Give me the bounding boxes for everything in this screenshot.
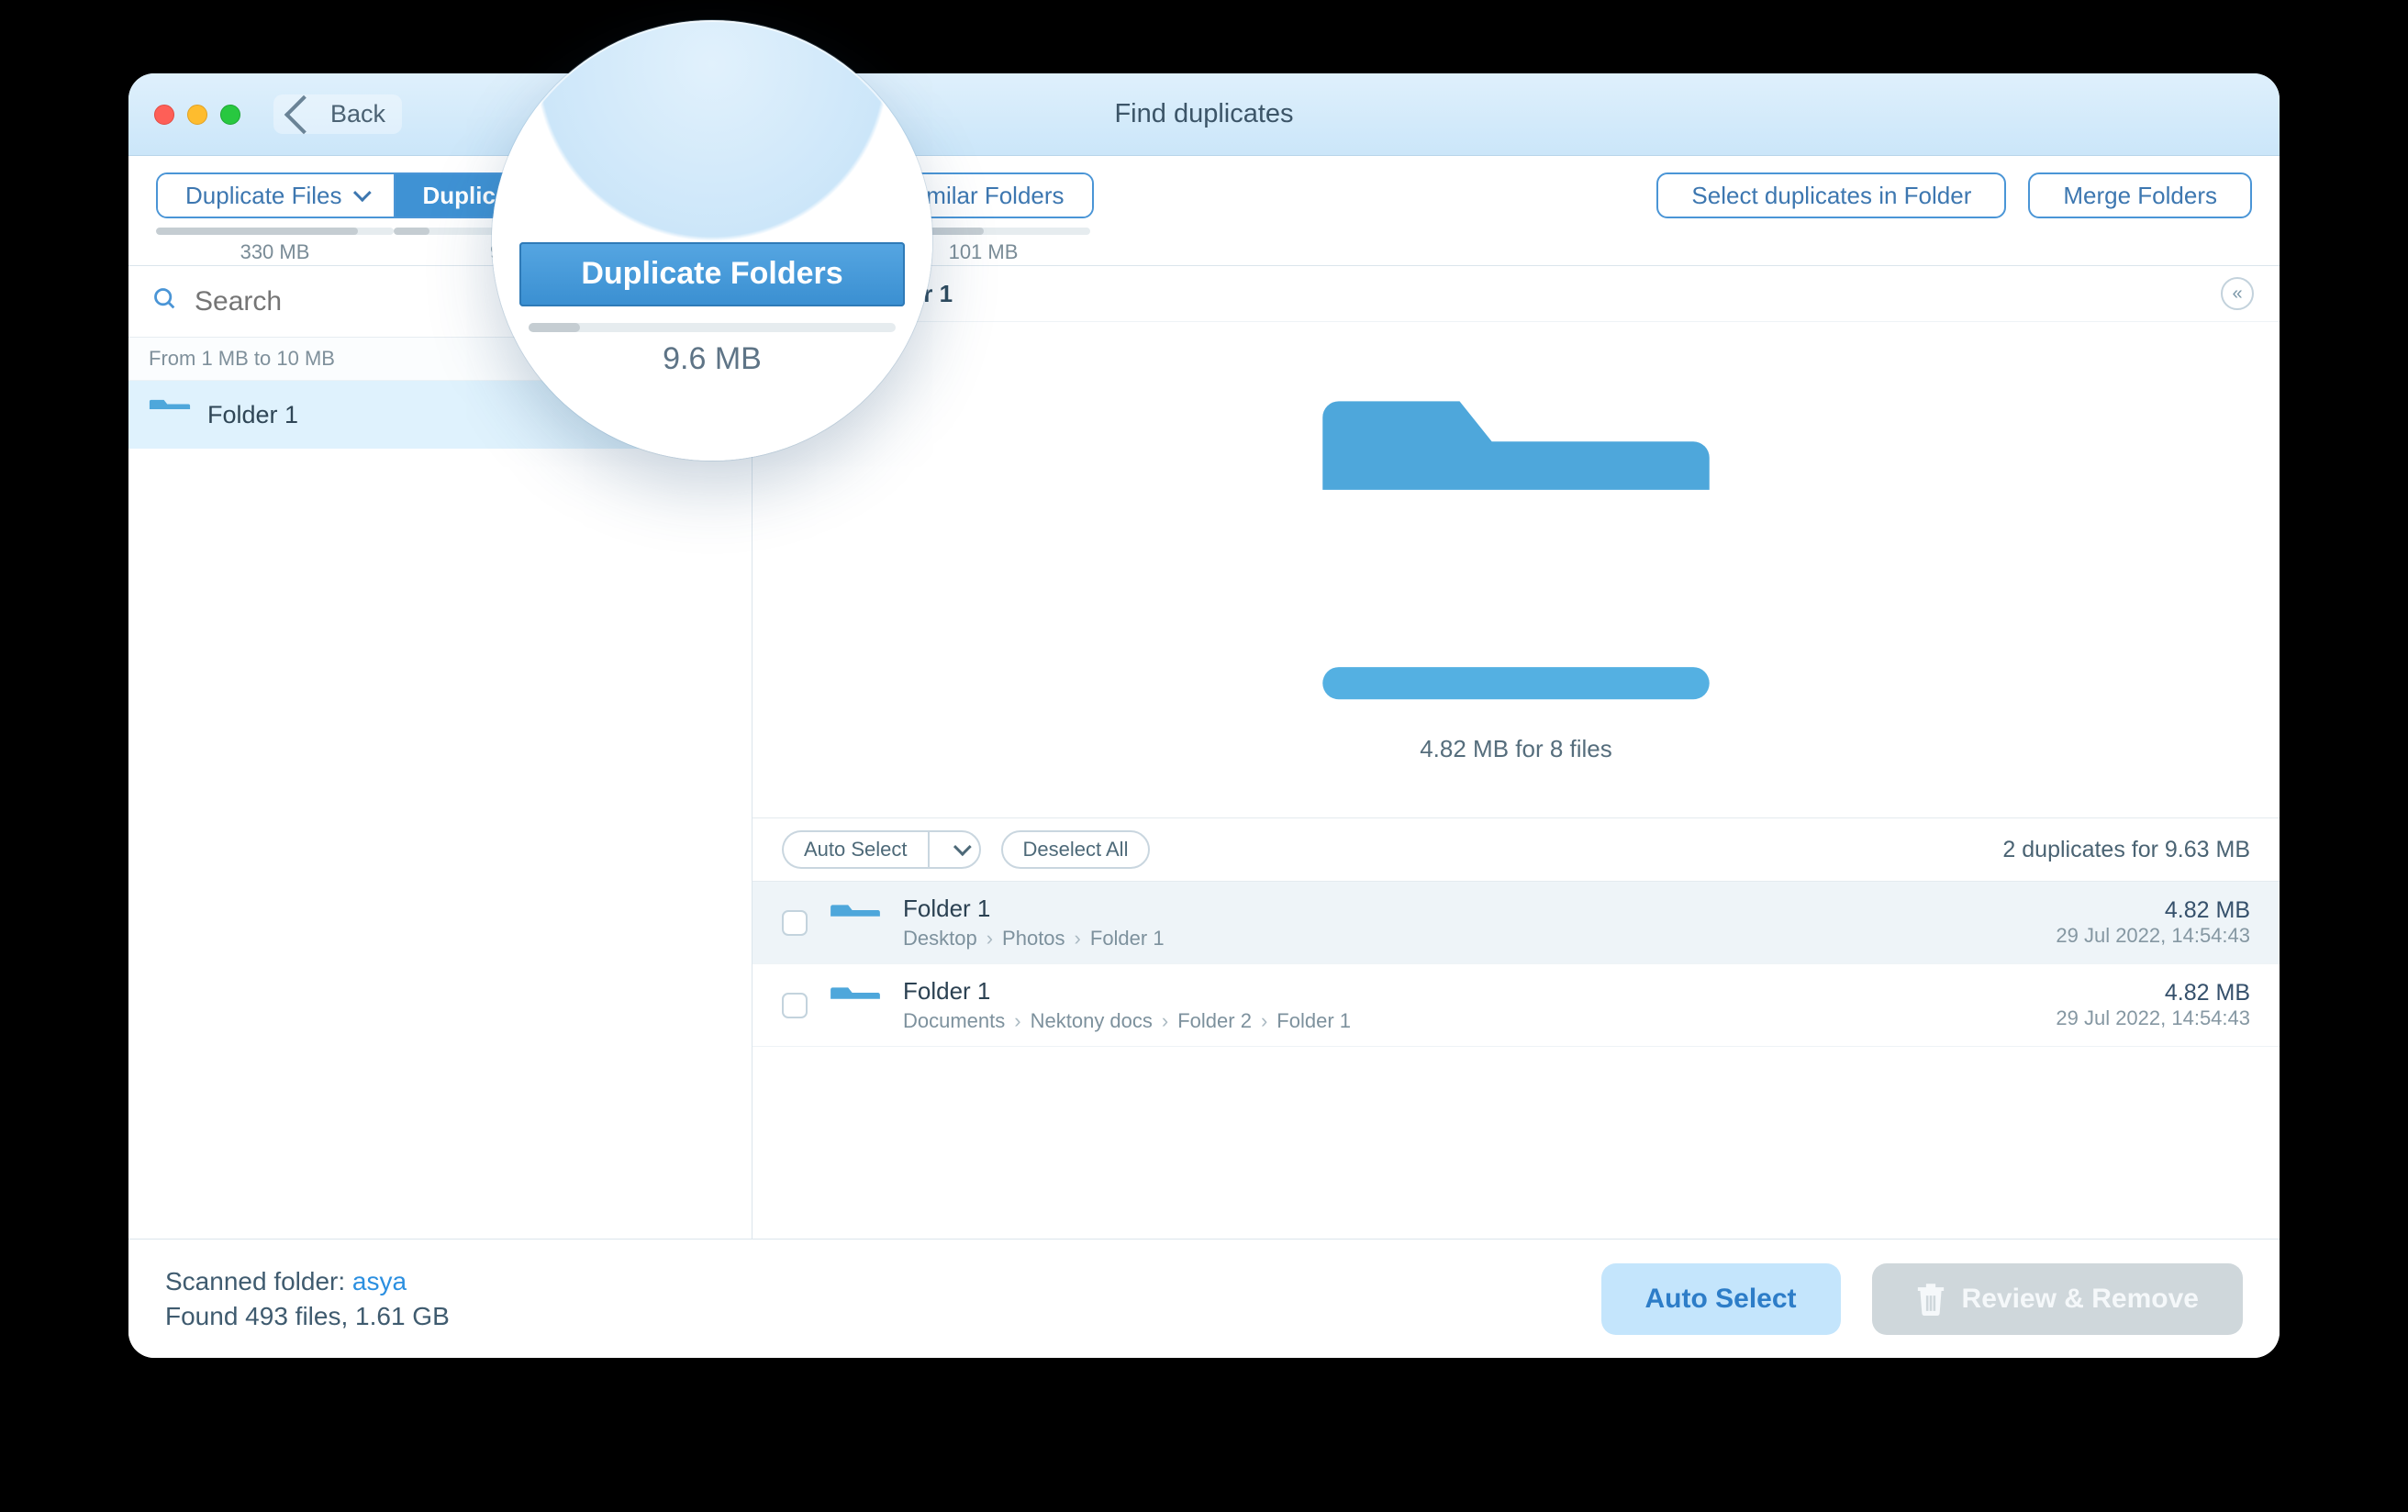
- magnified-active-tab: Duplicate Folders: [519, 242, 905, 306]
- window-controls: [154, 105, 240, 125]
- row-name: Folder 1: [903, 895, 2034, 923]
- maximize-window-icon[interactable]: [220, 105, 240, 125]
- duplicates-toolbar: Auto Select Deselect All 2 duplicates fo…: [752, 817, 2280, 882]
- duplicate-row[interactable]: Folder 1 Documents ›Nektony docs ›Folder…: [752, 964, 2280, 1047]
- auto-select-button[interactable]: Auto Select: [1601, 1263, 1841, 1335]
- row-path: Documents ›Nektony docs ›Folder 2 ›Folde…: [903, 1009, 2034, 1033]
- preview-header: Folder: Folder 1 «: [752, 266, 2280, 322]
- chevron-down-icon: [352, 183, 371, 202]
- folder-icon: [149, 397, 191, 432]
- chevrons-left-icon: «: [2232, 284, 2242, 305]
- row-checkbox[interactable]: [782, 910, 808, 936]
- auto-select-menu-button[interactable]: [928, 830, 981, 869]
- close-window-icon[interactable]: [154, 105, 174, 125]
- app-window: Back Find duplicates Duplicate FilesDupl…: [128, 73, 2280, 1358]
- auto-select-small-button[interactable]: Auto Select: [782, 830, 928, 869]
- row-date: 29 Jul 2022, 14:54:43: [2056, 924, 2250, 948]
- scanned-folder-link[interactable]: asya: [352, 1267, 407, 1295]
- row-checkbox[interactable]: [782, 993, 808, 1018]
- duplicates-summary: 2 duplicates for 9.63 MB: [2002, 837, 2250, 863]
- scanned-folder-line: Scanned folder: asya: [165, 1267, 450, 1296]
- duplicate-row[interactable]: Folder 1 Desktop ›Photos ›Folder 1 4.82 …: [752, 882, 2280, 964]
- select-duplicates-in-folder-button[interactable]: Select duplicates in Folder: [1656, 172, 2006, 218]
- row-size: 4.82 MB: [2056, 897, 2250, 924]
- row-size: 4.82 MB: [2056, 980, 2250, 1006]
- sidebar-item-name: Folder 1: [207, 401, 572, 429]
- found-summary: Found 493 files, 1.61 GB: [165, 1302, 450, 1331]
- folder-icon: [830, 984, 881, 1027]
- title-bar: Back Find duplicates: [128, 73, 2280, 156]
- detail-panel: Folder: Folder 1 « 4.82 MB for 8 files: [752, 266, 2280, 1239]
- row-path: Desktop ›Photos ›Folder 1: [903, 927, 2034, 951]
- minimize-window-icon[interactable]: [187, 105, 207, 125]
- folder-large-icon: [1314, 377, 1718, 707]
- back-label: Back: [330, 100, 385, 128]
- tab-size-label: 330 MB: [156, 240, 394, 264]
- row-name: Folder 1: [903, 977, 2034, 1006]
- window-title: Find duplicates: [128, 99, 2280, 129]
- tab-size-bar: [156, 228, 394, 235]
- collapse-panel-button[interactable]: «: [2221, 277, 2254, 310]
- back-button[interactable]: Back: [273, 94, 402, 134]
- magnified-size-bar: [529, 323, 896, 332]
- chevron-left-icon: [284, 94, 323, 133]
- deselect-all-button[interactable]: Deselect All: [1001, 830, 1151, 869]
- search-icon: [152, 286, 178, 317]
- magnifier-callout: Duplicate Folders 9.6 MB: [492, 20, 932, 461]
- merge-folders-button[interactable]: Merge Folders: [2028, 172, 2252, 218]
- preview-caption: 4.82 MB for 8 files: [1420, 735, 1612, 763]
- review-and-remove-button[interactable]: Review & Remove: [1872, 1263, 2243, 1335]
- toolbar: Duplicate FilesDuplicate FoldersSimilar …: [128, 156, 2280, 266]
- preview-body: 4.82 MB for 8 files: [752, 322, 2280, 817]
- chevron-down-icon: [953, 838, 971, 856]
- folder-icon: [830, 902, 881, 944]
- footer: Scanned folder: asya Found 493 files, 1.…: [128, 1239, 2280, 1358]
- row-date: 29 Jul 2022, 14:54:43: [2056, 1006, 2250, 1030]
- trash-icon: [1916, 1283, 1945, 1316]
- tab-duplicate-files[interactable]: Duplicate Files: [158, 174, 396, 217]
- duplicates-list: Folder 1 Desktop ›Photos ›Folder 1 4.82 …: [752, 882, 2280, 1239]
- magnified-size-label: 9.6 MB: [529, 341, 896, 377]
